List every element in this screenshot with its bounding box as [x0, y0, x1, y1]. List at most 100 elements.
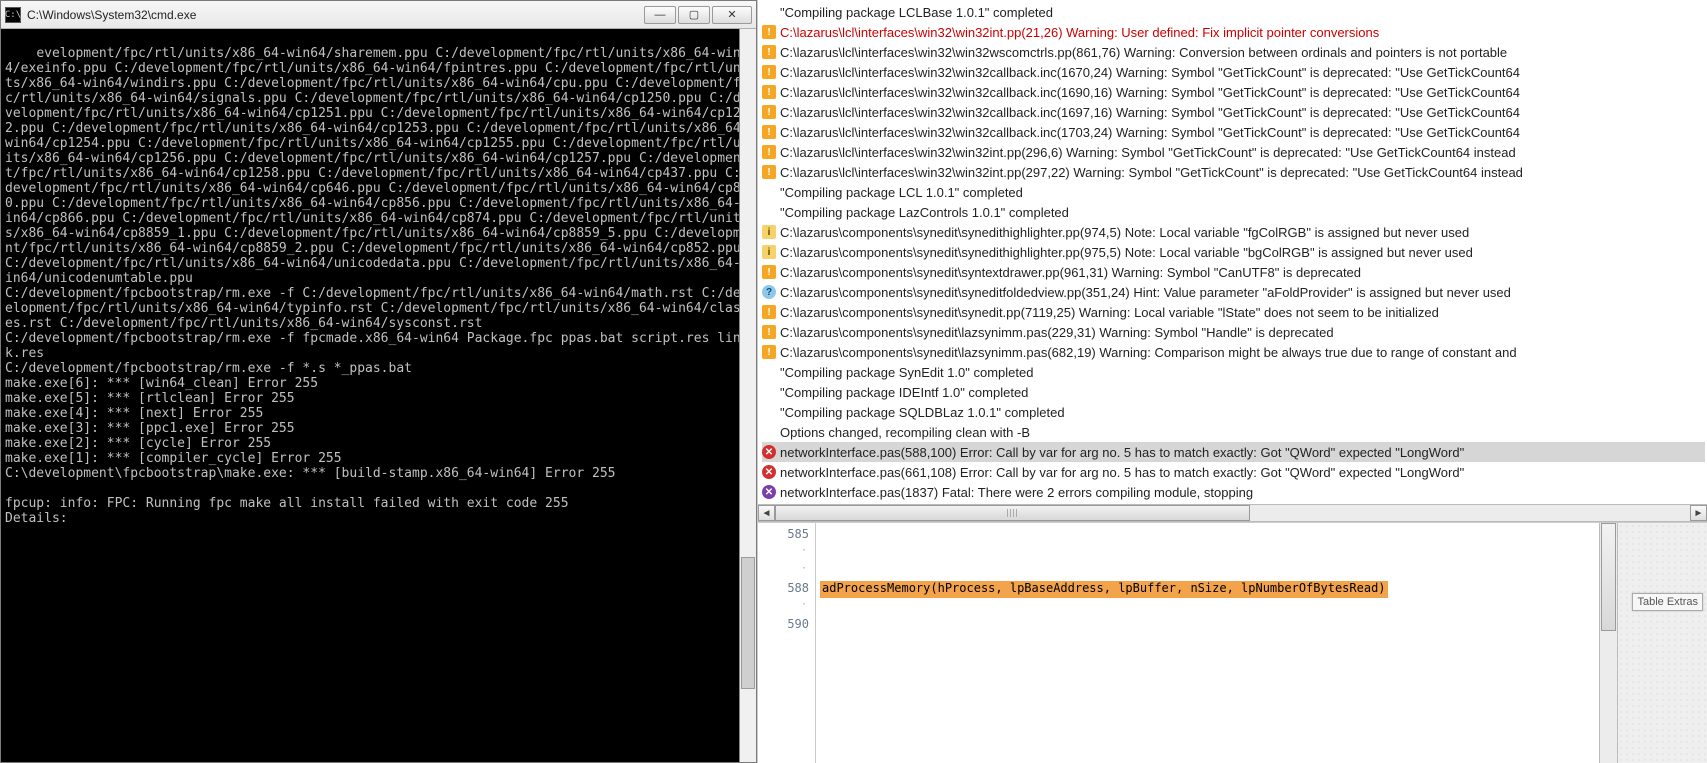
- message-row[interactable]: ✕ networkInterface.pas(661,108) Error: Ca…: [762, 462, 1705, 482]
- highlighted-code: adProcessMemory(hProcess, lpBaseAddress,…: [820, 581, 1388, 598]
- line-number: 590: [758, 617, 809, 635]
- message-row[interactable]: "Compiling package LazControls 1.0.1" co…: [762, 202, 1705, 222]
- message-text: C:\lazarus\lcl\interfaces\win32\win32cal…: [780, 85, 1520, 100]
- message-row[interactable]: Options changed, recompiling clean with …: [762, 422, 1705, 442]
- ide-pane: "Compiling package LCLBase 1.0.1" comple…: [757, 0, 1707, 763]
- code-line[interactable]: [816, 563, 1599, 581]
- message-text: networkInterface.pas(1837) Fatal: There …: [780, 485, 1253, 500]
- cmd-terminal-output[interactable]: evelopment/fpc/rtl/units/x86_64-win64/sh…: [1, 29, 756, 762]
- table-extras-tab[interactable]: Table Extras: [1632, 593, 1703, 611]
- line-number: ·: [758, 599, 809, 617]
- code-line[interactable]: [816, 617, 1599, 635]
- message-text: C:\lazarus\lcl\interfaces\win32\win32cal…: [780, 125, 1520, 140]
- blank-icon: [762, 385, 776, 399]
- cmd-scrollbar-thumb[interactable]: [741, 557, 755, 689]
- cmd-title: C:\Windows\System32\cmd.exe: [27, 8, 644, 22]
- message-text: C:\lazarus\lcl\interfaces\win32\win32cal…: [780, 65, 1520, 80]
- blank-icon: [762, 185, 776, 199]
- code-line[interactable]: [816, 545, 1599, 563]
- message-row[interactable]: !C:\lazarus\lcl\interfaces\win32\win32in…: [762, 142, 1705, 162]
- blank-icon: [762, 425, 776, 439]
- scroll-right-button[interactable]: ►: [1690, 505, 1707, 521]
- message-row[interactable]: i C:\lazarus\components\synedit\synedithi…: [762, 242, 1705, 262]
- err-icon: ✕: [762, 445, 776, 459]
- message-row[interactable]: ! C:\lazarus\lcl\interfaces\win32\win32ca…: [762, 62, 1705, 82]
- blank-icon: [762, 5, 776, 19]
- warn-icon: !: [762, 105, 776, 119]
- code-line[interactable]: adProcessMemory(hProcess, lpBaseAddress,…: [816, 581, 1599, 599]
- terminal-text: evelopment/fpc/rtl/units/x86_64-win64/sh…: [5, 46, 749, 526]
- side-dock[interactable]: Table Extras: [1617, 523, 1707, 763]
- message-text: C:\lazarus\components\synedit\synedithig…: [780, 225, 1469, 240]
- maximize-button[interactable]: ▢: [678, 6, 710, 24]
- message-text: C:\lazarus\lcl\interfaces\win32\win32int…: [780, 25, 1379, 40]
- warn-icon: !: [762, 45, 776, 59]
- blank-icon: [762, 365, 776, 379]
- message-text: C:\lazarus\lcl\interfaces\win32\win32cal…: [780, 105, 1520, 120]
- message-row[interactable]: ! C:\lazarus\components\synedit\syntextdr…: [762, 262, 1705, 282]
- code-line[interactable]: [816, 599, 1599, 617]
- message-row[interactable]: ! C:\lazarus\lcl\interfaces\win32\win32ca…: [762, 122, 1705, 142]
- message-text: Options changed, recompiling clean with …: [780, 425, 1030, 440]
- message-row[interactable]: ! C:\lazarus\lcl\interfaces\win32\win32ca…: [762, 82, 1705, 102]
- cmd-window: C:\ C:\Windows\System32\cmd.exe — ▢ ✕ ev…: [0, 0, 757, 763]
- message-row[interactable]: ! C:\lazarus\lcl\interfaces\win32\win32in…: [762, 162, 1705, 182]
- warn-icon: !: [762, 125, 776, 139]
- message-text: C:\lazarus\components\synedit\lazsynimm.…: [780, 345, 1517, 360]
- fatal-icon: ✕: [762, 485, 776, 499]
- message-text: C:\lazarus\components\synedit\syneditfol…: [780, 285, 1511, 300]
- warn-icon: !: [762, 165, 776, 179]
- message-row[interactable]: ? C:\lazarus\components\synedit\syneditfo…: [762, 282, 1705, 302]
- message-text: C:\lazarus\components\synedit\synedithig…: [780, 245, 1473, 260]
- minimize-button[interactable]: —: [644, 6, 676, 24]
- message-text: "Compiling package SQLDBLaz 1.0.1" compl…: [780, 405, 1065, 420]
- messages-h-scrollbar[interactable]: ◄ ►: [758, 504, 1707, 522]
- warn-icon: !: [762, 345, 776, 359]
- message-text: networkInterface.pas(588,100) Error: Cal…: [780, 445, 1464, 460]
- line-number: ·: [758, 563, 809, 581]
- message-text: networkInterface.pas(661,108) Error: Cal…: [780, 465, 1464, 480]
- warn-icon: !: [762, 85, 776, 99]
- message-row[interactable]: iC:\lazarus\components\synedit\synedithi…: [762, 222, 1705, 242]
- message-row[interactable]: !C:\lazarus\components\synedit\synedit.p…: [762, 302, 1705, 322]
- message-row[interactable]: "Compiling package LCL 1.0.1" completed: [762, 182, 1705, 202]
- message-row[interactable]: "Compiling package IDEIntf 1.0" complete…: [762, 382, 1705, 402]
- message-row[interactable]: ! C:\lazarus\lcl\interfaces\win32\win32ws…: [762, 42, 1705, 62]
- message-row[interactable]: ! C:\lazarus\lcl\interfaces\win32\win32ca…: [762, 102, 1705, 122]
- code-area[interactable]: adProcessMemory(hProcess, lpBaseAddress,…: [816, 523, 1599, 763]
- line-number-gutter: 585··588·590: [758, 523, 816, 763]
- message-row[interactable]: ✕ networkInterface.pas(1837) Fatal: There…: [762, 482, 1705, 502]
- message-row[interactable]: "Compiling package SynEdit 1.0" complete…: [762, 362, 1705, 382]
- messages-panel[interactable]: "Compiling package LCLBase 1.0.1" comple…: [758, 0, 1707, 504]
- warn-icon: !: [762, 265, 776, 279]
- message-text: "Compiling package IDEIntf 1.0" complete…: [780, 385, 1028, 400]
- code-editor[interactable]: 585··588·590 adProcessMemory(hProcess, l…: [758, 522, 1707, 763]
- message-row[interactable]: !C:\lazarus\lcl\interfaces\win32\win32in…: [762, 22, 1705, 42]
- err-icon: ✕: [762, 465, 776, 479]
- message-row[interactable]: "Compiling package LCLBase 1.0.1" comple…: [762, 2, 1705, 22]
- note-icon: i: [762, 245, 776, 259]
- message-row[interactable]: ✕ networkInterface.pas(588,100) Error: Ca…: [762, 442, 1705, 462]
- line-number: 585: [758, 527, 809, 545]
- cmd-titlebar[interactable]: C:\ C:\Windows\System32\cmd.exe — ▢ ✕: [1, 1, 756, 29]
- message-text: "Compiling package LazControls 1.0.1" co…: [780, 205, 1069, 220]
- message-row[interactable]: "Compiling package SQLDBLaz 1.0.1" compl…: [762, 402, 1705, 422]
- warn-icon: !: [762, 65, 776, 79]
- editor-scroll-thumb[interactable]: [1601, 523, 1616, 631]
- close-button[interactable]: ✕: [712, 6, 752, 24]
- blank-icon: [762, 205, 776, 219]
- message-text: C:\lazarus\lcl\interfaces\win32\win32int…: [780, 145, 1516, 160]
- message-text: C:\lazarus\components\synedit\syntextdra…: [780, 265, 1361, 280]
- message-row[interactable]: !C:\lazarus\components\synedit\lazsynimm…: [762, 322, 1705, 342]
- editor-v-scrollbar[interactable]: [1599, 523, 1617, 763]
- message-text: C:\lazarus\lcl\interfaces\win32\win32wsc…: [780, 45, 1507, 60]
- line-number: 588: [758, 581, 809, 599]
- message-text: "Compiling package LCLBase 1.0.1" comple…: [780, 5, 1053, 20]
- cmd-scrollbar[interactable]: [739, 29, 756, 762]
- scroll-thumb[interactable]: [775, 505, 1250, 521]
- message-text: C:\lazarus\lcl\interfaces\win32\win32int…: [780, 165, 1523, 180]
- scroll-left-button[interactable]: ◄: [758, 505, 775, 521]
- message-row[interactable]: ! C:\lazarus\components\synedit\lazsynimm…: [762, 342, 1705, 362]
- code-line[interactable]: [816, 527, 1599, 545]
- hint-icon: ?: [762, 285, 776, 299]
